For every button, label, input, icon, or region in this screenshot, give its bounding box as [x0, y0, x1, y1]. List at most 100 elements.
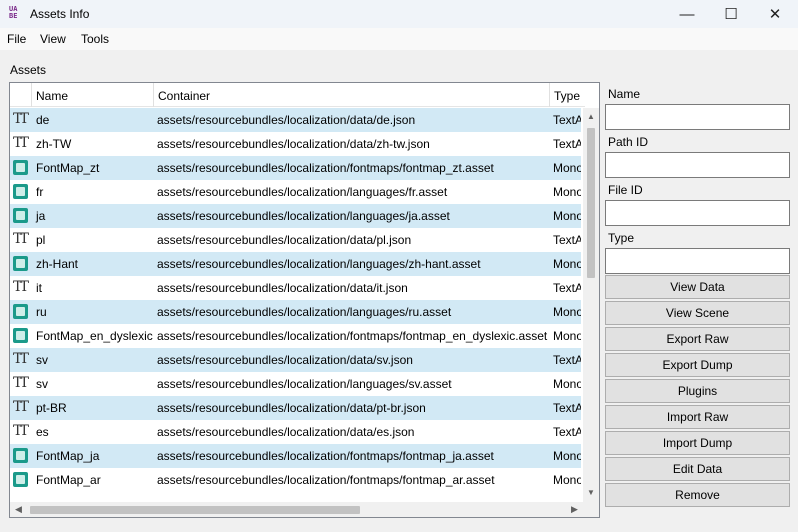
table-row[interactable]: TT sv assets/resourcebundles/localization/… — [10, 372, 581, 396]
type-cell: Mono — [553, 377, 581, 391]
import-dump-button[interactable]: Import Dump — [605, 431, 790, 455]
table-row[interactable]: ja assets/resourcebundles/localization/la… — [10, 204, 581, 228]
minimize-button[interactable]: — — [664, 0, 710, 28]
scroll-up-icon[interactable]: ▲ — [587, 112, 595, 121]
menu-bar: File View Tools — [0, 28, 798, 50]
container-cell: assets/resourcebundles/localization/font… — [157, 329, 548, 343]
type-cell: Mono — [553, 257, 581, 271]
remove-button[interactable]: Remove — [605, 483, 790, 507]
export-raw-button[interactable]: Export Raw — [605, 327, 790, 351]
header-icon-column[interactable] — [10, 83, 32, 107]
edit-data-button[interactable]: Edit Data — [605, 457, 790, 481]
close-button[interactable]: ✕ — [752, 0, 798, 28]
table-row[interactable]: TT sv assets/resourcebundles/localization/… — [10, 348, 581, 372]
list-header: Name Container Type — [10, 83, 585, 107]
header-container[interactable]: Container — [154, 83, 550, 107]
container-cell: assets/resourcebundles/localization/data… — [157, 281, 408, 295]
table-row[interactable]: FontMap_en_dyslexic assets/resourcebundle… — [10, 324, 581, 348]
monobehaviour-icon — [13, 448, 28, 463]
container-cell: assets/resourcebundles/localization/lang… — [157, 257, 481, 271]
scroll-right-icon[interactable]: ▶ — [571, 504, 578, 515]
type-cell: Mono — [553, 329, 581, 343]
field-label: Name — [608, 87, 641, 101]
menu-tools[interactable]: Tools — [81, 32, 109, 46]
export-dump-button[interactable]: Export Dump — [605, 353, 790, 377]
type-cell: TextA — [553, 401, 581, 415]
horizontal-scroll-thumb[interactable] — [30, 506, 360, 514]
type-cell: TextA — [553, 137, 581, 151]
header-name[interactable]: Name — [32, 83, 154, 107]
name-cell: de — [36, 113, 50, 127]
container-cell: assets/resourcebundles/localization/data… — [157, 113, 416, 127]
table-row[interactable]: TT it assets/resourcebundles/localization/… — [10, 276, 581, 300]
type-field[interactable] — [605, 248, 790, 274]
name-field[interactable] — [605, 104, 790, 130]
monobehaviour-icon — [13, 328, 28, 343]
table-row[interactable]: TT pl assets/resourcebundles/localization/… — [10, 228, 581, 252]
table-row[interactable]: TT es assets/resourcebundles/localization/… — [10, 420, 581, 444]
plugins-button[interactable]: Plugins — [605, 379, 790, 403]
horizontal-scrollbar[interactable]: ◀ ▶ — [10, 502, 583, 517]
vertical-scroll-thumb[interactable] — [587, 128, 595, 278]
name-cell: FontMap_en_dyslexic — [36, 329, 153, 343]
name-cell: ru — [36, 305, 47, 319]
text-asset-icon: TT — [13, 423, 29, 439]
import-raw-button[interactable]: Import Raw — [605, 405, 790, 429]
monobehaviour-icon — [13, 472, 28, 487]
view-data-button[interactable]: View Data — [605, 275, 790, 299]
container-cell: assets/resourcebundles/localization/font… — [157, 161, 494, 175]
maximize-button[interactable]: ☐ — [708, 0, 754, 28]
name-cell: sv — [36, 377, 48, 391]
container-cell: assets/resourcebundles/localization/font… — [157, 473, 495, 487]
container-cell: assets/resourcebundles/localization/data… — [157, 353, 413, 367]
path-id-field[interactable] — [605, 152, 790, 178]
container-cell: assets/resourcebundles/localization/font… — [157, 449, 494, 463]
text-asset-icon: TT — [13, 399, 29, 415]
container-cell: assets/resourcebundles/localization/lang… — [157, 377, 452, 391]
monobehaviour-icon — [13, 184, 28, 199]
container-cell: assets/resourcebundles/localization/data… — [157, 425, 415, 439]
table-row[interactable]: fr assets/resourcebundles/localization/la… — [10, 180, 581, 204]
table-row[interactable]: FontMap_ar assets/resourcebundles/localiz… — [10, 468, 581, 492]
scroll-down-icon[interactable]: ▼ — [587, 488, 595, 497]
menu-file[interactable]: File — [7, 32, 26, 46]
name-cell: ja — [36, 209, 46, 223]
assets-list[interactable]: Name Container Type TT de assets/resourceb… — [9, 82, 600, 518]
table-row[interactable]: FontMap_zt assets/resourcebundles/localiz… — [10, 156, 581, 180]
header-type[interactable]: Type — [550, 83, 585, 107]
table-row[interactable]: zh-Hant assets/resourcebundles/localizati… — [10, 252, 581, 276]
name-cell: fr — [36, 185, 44, 199]
text-asset-icon: TT — [13, 231, 29, 247]
minimize-icon: — — [679, 5, 695, 23]
vertical-scrollbar[interactable]: ▲ ▼ — [583, 108, 599, 502]
field-label: File ID — [608, 183, 643, 197]
container-cell: assets/resourcebundles/localization/lang… — [157, 305, 452, 319]
type-cell: TextA — [553, 113, 581, 127]
table-row[interactable]: TT zh-TW assets/resourcebundles/localizati… — [10, 132, 581, 156]
type-cell: Mono — [553, 473, 581, 487]
scroll-left-icon[interactable]: ◀ — [15, 504, 22, 515]
type-cell: TextA — [553, 425, 581, 439]
file-id-field[interactable] — [605, 200, 790, 226]
scroll-corner — [583, 502, 599, 517]
asset-rows: TT de assets/resourcebundles/localization/… — [10, 108, 581, 492]
window-title: Assets Info — [30, 7, 90, 21]
view-scene-button[interactable]: View Scene — [605, 301, 790, 325]
field-label: Type — [608, 231, 635, 245]
monobehaviour-icon — [13, 304, 28, 319]
table-row[interactable]: FontMap_ja assets/resourcebundles/localiz… — [10, 444, 581, 468]
table-row[interactable]: ru assets/resourcebundles/localization/la… — [10, 300, 581, 324]
table-row[interactable]: TT pt-BR assets/resourcebundles/localizati… — [10, 396, 581, 420]
menu-view[interactable]: View — [40, 32, 66, 46]
table-row[interactable]: TT de assets/resourcebundles/localization/… — [10, 108, 581, 132]
monobehaviour-icon — [13, 256, 28, 271]
name-cell: pl — [36, 233, 46, 247]
container-cell: assets/resourcebundles/localization/lang… — [157, 185, 448, 199]
name-cell: zh-Hant — [36, 257, 79, 271]
monobehaviour-icon — [13, 160, 28, 175]
close-icon: ✕ — [768, 6, 782, 23]
name-cell: FontMap_zt — [36, 161, 100, 175]
name-cell: it — [36, 281, 42, 295]
type-cell: TextA — [553, 281, 581, 295]
name-cell: FontMap_ar — [36, 473, 101, 487]
